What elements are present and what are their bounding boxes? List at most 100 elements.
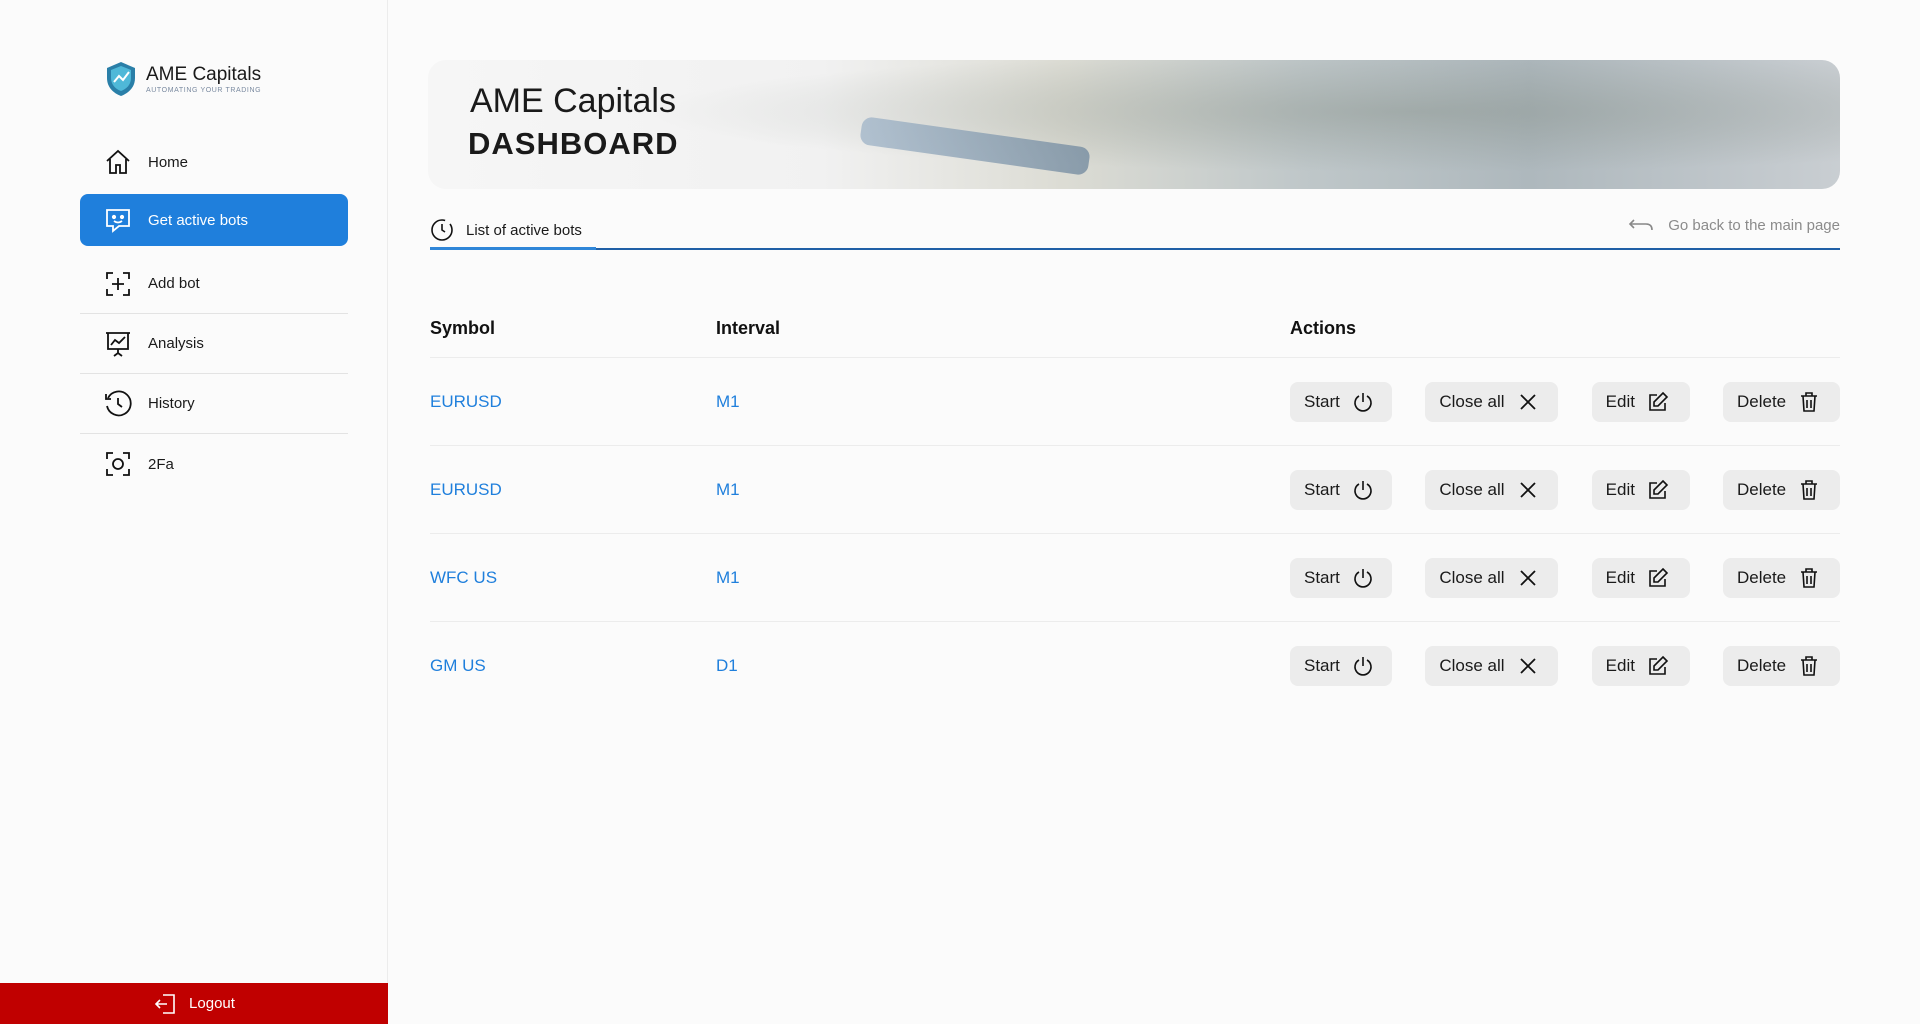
row-actions: Start Close all Edit Delete (1290, 557, 1840, 598)
power-icon (1354, 392, 1372, 412)
add-frame-icon (102, 268, 134, 300)
trash-icon (1801, 391, 1818, 412)
back-link-label: Go back to the main page (1668, 216, 1840, 234)
start-button[interactable]: Start (1290, 381, 1392, 422)
start-button[interactable]: Start (1290, 557, 1392, 598)
start-button[interactable]: Start (1290, 646, 1392, 686)
delete-label: Delete (1736, 391, 1787, 411)
close-icon (1519, 393, 1536, 410)
tab-list-active-bots[interactable]: List of active bots (430, 210, 582, 250)
logout-button[interactable]: Logout (0, 983, 388, 1024)
shield-logo-icon (107, 62, 135, 96)
brand-name: AME Capitals (146, 63, 262, 85)
table-row: EURUSD M1 Start Close all Edit Delete (430, 358, 1840, 446)
sidebar-item-home[interactable]: Home (80, 132, 348, 192)
sidebar-item-2fa[interactable]: 2Fa (80, 434, 348, 494)
sidebar-item-history[interactable]: History (80, 374, 348, 434)
start-label: Start (1304, 391, 1340, 411)
history-clock-icon (102, 388, 134, 420)
edit-icon (1649, 655, 1669, 675)
edit-button[interactable]: Edit (1591, 469, 1690, 510)
close-all-button[interactable]: Close all (1425, 646, 1559, 686)
close-all-button[interactable]: Close all (1425, 469, 1559, 510)
close-icon (1519, 481, 1536, 498)
chat-bot-icon (102, 204, 134, 236)
sidebar-nav: Home Get active bots Add bot Analysis Hi… (80, 132, 348, 494)
row-actions: Start Close all Edit Delete (1290, 646, 1840, 686)
symbol-link[interactable]: EURUSD (430, 392, 502, 411)
sidebar-item-label: Home (148, 153, 189, 171)
symbol-link[interactable]: GM US (430, 656, 486, 675)
sidebar-item-label: 2Fa (148, 455, 174, 473)
edit-label: Edit (1605, 479, 1635, 499)
close-all-label: Close all (1439, 391, 1505, 411)
sidebar-item-analysis[interactable]: Analysis (80, 314, 348, 374)
power-icon (1354, 657, 1372, 676)
table-row: WFC US M1 Start Close all Edit Delete (430, 534, 1840, 622)
edit-label: Edit (1605, 567, 1635, 587)
active-tab-indicator (430, 247, 596, 250)
edit-label: Edit (1605, 391, 1635, 411)
edit-label: Edit (1605, 656, 1635, 675)
delete-button[interactable]: Delete (1722, 557, 1840, 598)
header-symbol: Symbol (430, 318, 496, 338)
scan-focus-icon (102, 448, 134, 480)
edit-button[interactable]: Edit (1591, 381, 1690, 422)
close-all-button[interactable]: Close all (1425, 381, 1559, 422)
sidebar-item-add-bot[interactable]: Add bot (80, 254, 348, 314)
close-all-button[interactable]: Close all (1425, 557, 1559, 598)
hero-banner: AME Capitals DASHBOARD (428, 60, 1840, 189)
brand[interactable]: AME Capitals AUTOMATING YOUR TRADING (104, 60, 261, 98)
edit-icon (1649, 391, 1669, 411)
sidebar-item-label: Add bot (148, 275, 200, 292)
logout-label: Logout (189, 995, 235, 1012)
sidebar: AME Capitals AUTOMATING YOUR TRADING Hom… (0, 0, 388, 1024)
close-all-label: Close all (1439, 656, 1505, 675)
table-header: Symbol Interval Actions (430, 300, 1840, 358)
symbol-link[interactable]: WFC US (430, 568, 497, 587)
brand-tagline: AUTOMATING YOUR TRADING (146, 86, 262, 94)
start-label: Start (1304, 567, 1340, 587)
row-actions: Start Close all Edit Delete (1290, 469, 1840, 510)
sidebar-item-label: History (148, 395, 195, 412)
trash-icon (1801, 479, 1818, 500)
sidebar-item-get-active-bots[interactable]: Get active bots (80, 194, 348, 246)
logout-icon (153, 992, 177, 1016)
active-bots-table: Symbol Interval Actions EURUSD M1 Start … (430, 300, 1840, 710)
hero-title: AME Capitals (470, 82, 676, 120)
edit-button[interactable]: Edit (1591, 646, 1690, 686)
delete-button[interactable]: Delete (1722, 469, 1840, 510)
header-interval: Interval (716, 318, 781, 338)
delete-label: Delete (1736, 656, 1787, 675)
back-arrow-icon (1628, 216, 1654, 234)
table-row: EURUSD M1 Start Close all Edit Delete (430, 446, 1840, 534)
header-actions: Actions (1290, 318, 1840, 339)
header-actions-label: Actions (1290, 318, 1357, 338)
tab-label: List of active bots (466, 221, 582, 239)
sidebar-item-label: Analysis (148, 335, 204, 352)
interval-value: M1 (716, 479, 740, 499)
trash-icon (1801, 656, 1818, 676)
tab-bar: List of active bots Go back to the main … (430, 206, 1840, 250)
close-all-label: Close all (1439, 479, 1505, 499)
close-icon (1519, 569, 1536, 586)
table-row: GM US D1 Start Close all Edit Delete (430, 622, 1840, 710)
start-label: Start (1304, 479, 1340, 499)
page-title: DASHBOARD (468, 126, 679, 161)
clock-icon (430, 218, 454, 242)
delete-label: Delete (1736, 479, 1787, 499)
symbol-link[interactable]: EURUSD (430, 480, 502, 499)
delete-label: Delete (1736, 567, 1787, 587)
power-icon (1354, 568, 1372, 588)
power-icon (1354, 480, 1372, 500)
close-all-label: Close all (1439, 567, 1505, 587)
delete-button[interactable]: Delete (1722, 646, 1840, 686)
edit-button[interactable]: Edit (1591, 557, 1690, 598)
back-to-main-link[interactable]: Go back to the main page (1628, 216, 1840, 234)
start-button[interactable]: Start (1290, 469, 1392, 510)
start-label: Start (1304, 656, 1340, 675)
interval-value: M1 (716, 567, 740, 587)
sidebar-item-label: Get active bots (148, 211, 249, 229)
delete-button[interactable]: Delete (1722, 381, 1840, 422)
presentation-chart-icon (102, 328, 134, 360)
